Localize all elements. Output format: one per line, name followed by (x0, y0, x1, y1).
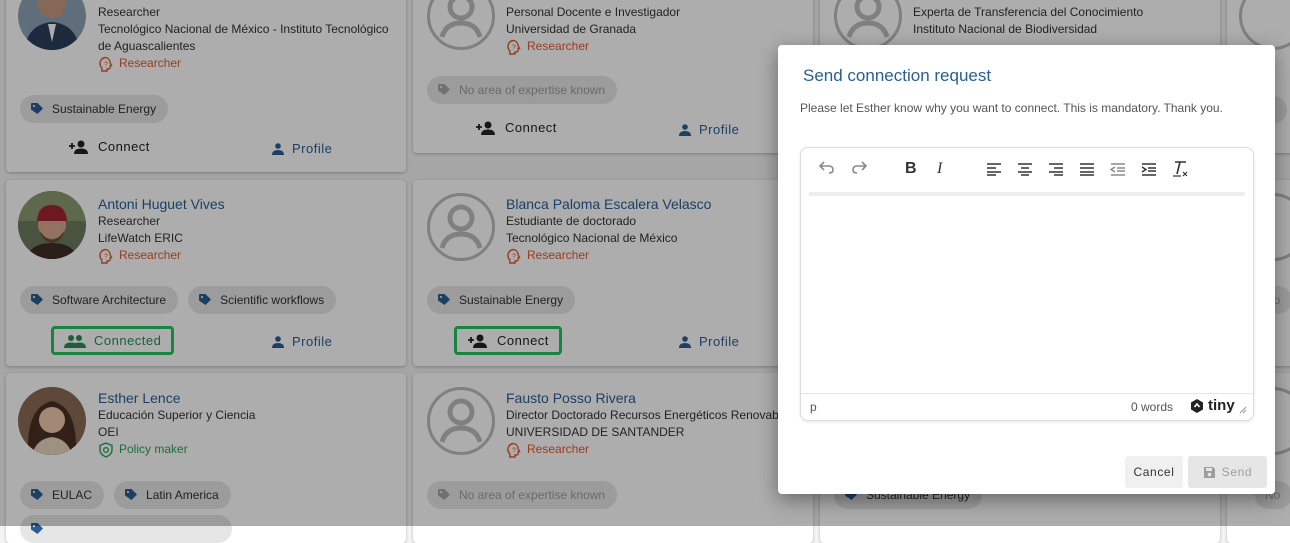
connection-request-dialog: Send connection request Please let Esthe… (778, 45, 1275, 494)
message-editor: B I p 0 words tiny (800, 147, 1254, 421)
cancel-button[interactable]: Cancel (1125, 456, 1183, 488)
bold-icon[interactable]: B (905, 160, 917, 178)
clear-formatting-icon[interactable] (1172, 160, 1188, 178)
editor-statusbar: p 0 words tiny (801, 393, 1253, 421)
tiny-logo[interactable]: tiny (1189, 397, 1235, 414)
dialog-description: Please let Esther know why you want to c… (800, 101, 1223, 115)
element-path[interactable]: p (810, 400, 817, 414)
align-left-icon[interactable] (986, 162, 1002, 176)
align-center-icon[interactable] (1017, 162, 1033, 176)
editor-content-area[interactable] (801, 196, 1253, 393)
save-icon (1203, 466, 1216, 479)
word-count[interactable]: 0 words (1131, 400, 1173, 414)
dialog-title: Send connection request (803, 66, 992, 85)
align-justify-icon[interactable] (1079, 162, 1095, 176)
send-label: Send (1221, 465, 1253, 479)
outdent-icon[interactable] (1110, 162, 1126, 176)
align-right-icon[interactable] (1048, 162, 1064, 176)
cancel-label: Cancel (1133, 465, 1175, 479)
editor-toolbar: B I (801, 148, 1253, 192)
redo-icon[interactable] (850, 158, 868, 176)
resize-handle-icon[interactable] (1237, 404, 1247, 414)
undo-icon[interactable] (818, 158, 836, 176)
send-button[interactable]: Send (1188, 456, 1267, 488)
indent-icon[interactable] (1141, 162, 1157, 176)
tiny-brand: tiny (1208, 397, 1235, 414)
italic-icon[interactable]: I (937, 160, 942, 178)
